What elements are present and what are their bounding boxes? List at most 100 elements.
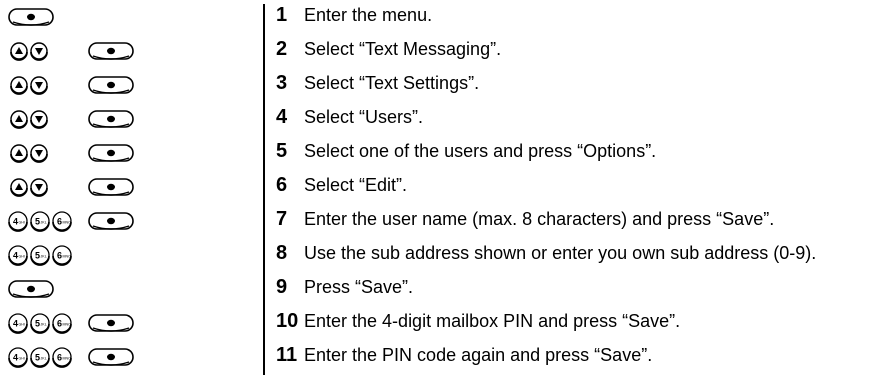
svg-text:JKL: JKL — [41, 221, 47, 225]
svg-text:6: 6 — [57, 251, 62, 261]
step-text: Enter the 4-digit mailbox PIN and press … — [304, 311, 681, 331]
digit-keys-icon: 4 GHI 5 JKL 6 MNO — [8, 313, 72, 334]
step-keys — [0, 68, 250, 102]
step-text: Enter the menu. — [304, 5, 433, 25]
step-number: 8 — [276, 242, 288, 264]
svg-text:4: 4 — [13, 251, 18, 261]
step-number: 11 — [276, 344, 298, 366]
step-text: Enter the PIN code again and press “Save… — [304, 345, 653, 365]
step-text: Select “Users”. — [304, 107, 424, 127]
step-text: Enter the user name (max. 8 characters) … — [304, 209, 775, 229]
step-keys — [0, 136, 250, 170]
step-keys — [0, 272, 250, 306]
select-key-icon — [88, 212, 134, 230]
step-number: 9 — [276, 276, 288, 298]
step-row: 1 Enter the menu. — [0, 0, 896, 34]
select-key-group — [88, 107, 134, 131]
step-row: 4 Select “Users”. — [0, 102, 896, 136]
svg-text:GHI: GHI — [19, 221, 25, 225]
select-key-icon — [88, 314, 134, 332]
svg-text:MNO: MNO — [63, 255, 72, 259]
step-number: 1 — [276, 4, 288, 26]
select-key-icon — [8, 8, 54, 26]
step-text: Select one of the users and press “Optio… — [304, 141, 657, 161]
step-row: 4 GHI 5 JKL 6 MNO 11 Enter the PIN code again a… — [0, 340, 896, 374]
select-key-icon — [88, 110, 134, 128]
select-key-icon — [88, 348, 134, 366]
svg-text:6: 6 — [57, 353, 62, 363]
select-key-group — [8, 5, 54, 29]
select-key-group — [88, 175, 134, 199]
step-number: 4 — [276, 106, 288, 128]
digit-keys-group: 4 GHI 5 JKL 6 MNO — [8, 311, 72, 335]
step-text: Select “Edit”. — [304, 175, 408, 195]
step-number: 6 — [276, 174, 288, 196]
step-number: 7 — [276, 208, 288, 230]
step-text: Select “Text Settings”. — [304, 73, 480, 93]
step-keys: 4 GHI 5 JKL 6 MNO — [0, 204, 250, 238]
select-key-group — [88, 73, 134, 97]
step-keys: 4 GHI 5 JKL 6 MNO — [0, 306, 250, 340]
step-row: 5 Select one of the users and press “Opti… — [0, 136, 896, 170]
select-key-group — [88, 39, 134, 63]
svg-text:4: 4 — [13, 319, 18, 329]
step-row: 4 GHI 5 JKL 6 MNO 8 Use the sub address shown o… — [0, 238, 896, 272]
select-key-group — [88, 311, 134, 335]
digit-keys-group: 4 GHI 5 JKL 6 MNO — [8, 209, 72, 233]
digit-keys-icon: 4 GHI 5 JKL 6 MNO — [8, 245, 72, 266]
up-down-keys-icon — [10, 178, 48, 197]
select-key-group — [88, 209, 134, 233]
step-keys — [0, 102, 250, 136]
svg-text:5: 5 — [35, 353, 40, 363]
step-number: 2 — [276, 38, 288, 60]
svg-text:5: 5 — [35, 217, 40, 227]
nav-keys-group — [8, 107, 52, 131]
step-text: Use the sub address shown or enter you o… — [304, 243, 817, 263]
svg-text:5: 5 — [35, 319, 40, 329]
up-down-keys-icon — [10, 42, 48, 61]
step-keys — [0, 170, 250, 204]
select-key-icon — [88, 178, 134, 196]
svg-text:6: 6 — [57, 319, 62, 329]
digit-keys-group: 4 GHI 5 JKL 6 MNO — [8, 243, 72, 267]
digit-keys-group: 4 GHI 5 JKL 6 MNO — [8, 345, 72, 369]
svg-text:JKL: JKL — [41, 323, 47, 327]
select-key-group — [8, 277, 54, 301]
step-text: Select “Text Messaging”. — [304, 39, 502, 59]
step-row: 4 GHI 5 JKL 6 MNO 7 Enter the user name (max. 8… — [0, 204, 896, 238]
svg-text:4: 4 — [13, 217, 18, 227]
step-text: Press “Save”. — [304, 277, 414, 297]
select-key-icon — [88, 76, 134, 94]
nav-keys-group — [8, 175, 52, 199]
digit-keys-icon: 4 GHI 5 JKL 6 MNO — [8, 211, 72, 232]
svg-text:GHI: GHI — [19, 323, 25, 327]
step-row: 3 Select “Text Settings”. — [0, 68, 896, 102]
svg-text:JKL: JKL — [41, 255, 47, 259]
step-keys: 4 GHI 5 JKL 6 MNO — [0, 238, 250, 272]
step-keys — [0, 0, 250, 34]
svg-text:4: 4 — [13, 353, 18, 363]
select-key-icon — [88, 144, 134, 162]
step-number: 3 — [276, 72, 288, 94]
step-row: 4 GHI 5 JKL 6 MNO 10 Enter the 4-digit mailbox … — [0, 306, 896, 340]
step-number: 10 — [276, 310, 299, 332]
step-row: 2 Select “Text Messaging”. — [0, 34, 896, 68]
step-row: 6 Select “Edit”. — [0, 170, 896, 204]
step-row: 9 Press “Save”. — [0, 272, 896, 306]
step-keys: 4 GHI 5 JKL 6 MNO — [0, 340, 250, 374]
digit-keys-icon: 4 GHI 5 JKL 6 MNO — [8, 347, 72, 368]
up-down-keys-icon — [10, 110, 48, 129]
svg-text:GHI: GHI — [19, 255, 25, 259]
svg-text:5: 5 — [35, 251, 40, 261]
step-number: 5 — [276, 140, 288, 162]
select-key-icon — [8, 280, 54, 298]
svg-text:JKL: JKL — [41, 357, 47, 361]
select-key-icon — [88, 42, 134, 60]
select-key-group — [88, 141, 134, 165]
nav-keys-group — [8, 141, 52, 165]
svg-text:MNO: MNO — [63, 357, 72, 361]
svg-text:MNO: MNO — [63, 323, 72, 327]
svg-text:6: 6 — [57, 217, 62, 227]
up-down-keys-icon — [10, 144, 48, 163]
nav-keys-group — [8, 73, 52, 97]
